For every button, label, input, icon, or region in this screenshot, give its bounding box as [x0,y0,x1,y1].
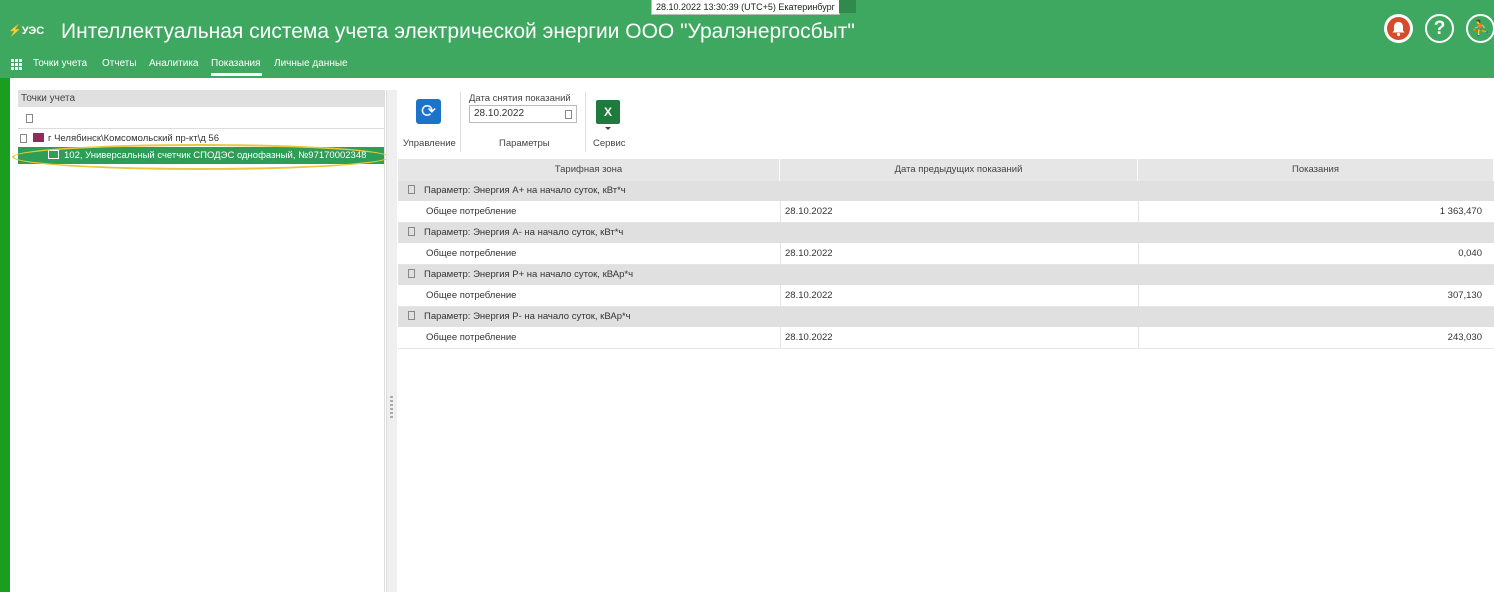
app-header: 28.10.2022 13:30:39 (UTC+5) Екатеринбург… [0,0,1494,78]
chevron-down-icon[interactable] [605,127,611,130]
server-datetime: 28.10.2022 13:30:39 (UTC+5) Екатеринбург [651,0,840,15]
table-row[interactable]: Общее потребление 28.10.2022 1 363,470 [398,201,1494,223]
cell-reading: 1 363,470 [1138,201,1494,222]
nav-item-analytics[interactable]: Аналитика [149,57,199,71]
help-button[interactable]: ? [1425,14,1454,43]
nav-item-reports[interactable]: Отчеты [102,57,137,71]
panel-header: Точки учета [18,90,384,107]
collapse-icon[interactable] [408,226,415,236]
table-row[interactable]: Общее потребление 28.10.2022 307,130 [398,285,1494,307]
logo: ⚡УЭС [8,22,52,40]
date-field-label: Дата снятия показаний [469,93,571,104]
group-row[interactable]: Параметр: Энергия Р+ на начало суток, кВ… [398,265,1494,285]
readings-table: Тарифная зона Дата предыдущих показаний … [398,159,1494,351]
export-excel-button[interactable]: X [596,100,620,124]
cell-tariff-zone: Общее потребление [426,248,517,259]
group-title: Параметр: Энергия А+ на начало суток, кВ… [424,185,626,196]
collapse-icon[interactable] [408,310,415,320]
filter-icon[interactable] [26,114,33,123]
nav-item-points[interactable]: Точки учета [33,57,87,71]
table-row[interactable]: Общее потребление 28.10.2022 0,040 [398,243,1494,265]
group-title: Параметр: Энергия А- на начало суток, кВ… [424,227,624,238]
apps-grid-icon[interactable] [11,59,23,71]
excel-icon: X [603,105,612,119]
column-header-prev-date[interactable]: Дата предыдущих показаний [780,159,1138,181]
group-row[interactable]: Параметр: Энергия А- на начало суток, кВ… [398,223,1494,243]
cell-prev-date: 28.10.2022 [780,243,1138,264]
nav-item-personal[interactable]: Личные данные [274,57,348,71]
highlight-annotation [12,144,390,170]
bell-icon [1387,17,1410,40]
cell-reading: 307,130 [1138,285,1494,306]
active-tab-indicator [211,73,262,76]
exit-icon: ⛹ [1471,20,1490,37]
toolbar-group-params: Параметры [499,138,550,149]
cell-prev-date: 28.10.2022 [780,285,1138,306]
cell-tariff-zone: Общее потребление [426,290,517,301]
help-icon: ? [1433,18,1446,39]
cell-reading: 0,040 [1138,243,1494,264]
group-row[interactable]: Параметр: Энергия Р- на начало суток, кВ… [398,307,1494,327]
notifications-button[interactable] [1384,14,1413,43]
tree-node-label: г Челябинск\Комсомольский пр-кт\д 56 [48,133,219,144]
cell-tariff-zone: Общее потребление [426,332,517,343]
page-title: Интеллектуальная система учета электриче… [61,20,855,43]
toolbar-group-service: Сервис [593,138,626,149]
toolbar-divider [585,92,586,152]
expand-icon[interactable] [20,133,27,143]
column-header-readings[interactable]: Показания [1138,159,1494,181]
cell-prev-date: 28.10.2022 [780,201,1138,222]
refresh-icon: ⟳ [420,101,437,121]
splitter-grip-icon[interactable] [390,396,393,418]
cell-tariff-zone: Общее потребление [426,206,517,217]
left-accent-bar [0,78,10,592]
collapse-icon[interactable] [408,268,415,278]
logout-button[interactable]: ⛹ [1466,14,1494,43]
group-title: Параметр: Энергия Р- на начало суток, кВ… [424,311,631,322]
column-header-tariff-zone[interactable]: Тарифная зона [398,159,780,181]
table-row[interactable]: Общее потребление 28.10.2022 243,030 [398,327,1494,349]
date-value: 28.10.2022 [474,108,525,119]
collapse-icon[interactable] [408,184,415,194]
calendar-icon[interactable] [565,110,572,119]
toolbar-divider [460,92,461,152]
tree-filter-row[interactable] [18,108,384,129]
group-title: Параметр: Энергия Р+ на начало суток, кВ… [424,269,634,280]
cell-reading: 243,030 [1138,327,1494,348]
toolbar-group-manage: Управление [403,138,456,149]
reading-date-input[interactable]: 28.10.2022 [469,105,577,123]
logo-text: УЭС [21,25,45,37]
refresh-button[interactable]: ⟳ [416,99,441,124]
panel-splitter[interactable] [386,90,397,592]
cell-prev-date: 28.10.2022 [780,327,1138,348]
collapse-header-icon[interactable] [839,0,856,13]
folder-icon [33,132,44,142]
bolt-logo-icon: ⚡ [8,25,22,37]
group-row[interactable]: Параметр: Энергия А+ на начало суток, кВ… [398,181,1494,201]
nav-item-readings[interactable]: Показания [211,57,260,71]
